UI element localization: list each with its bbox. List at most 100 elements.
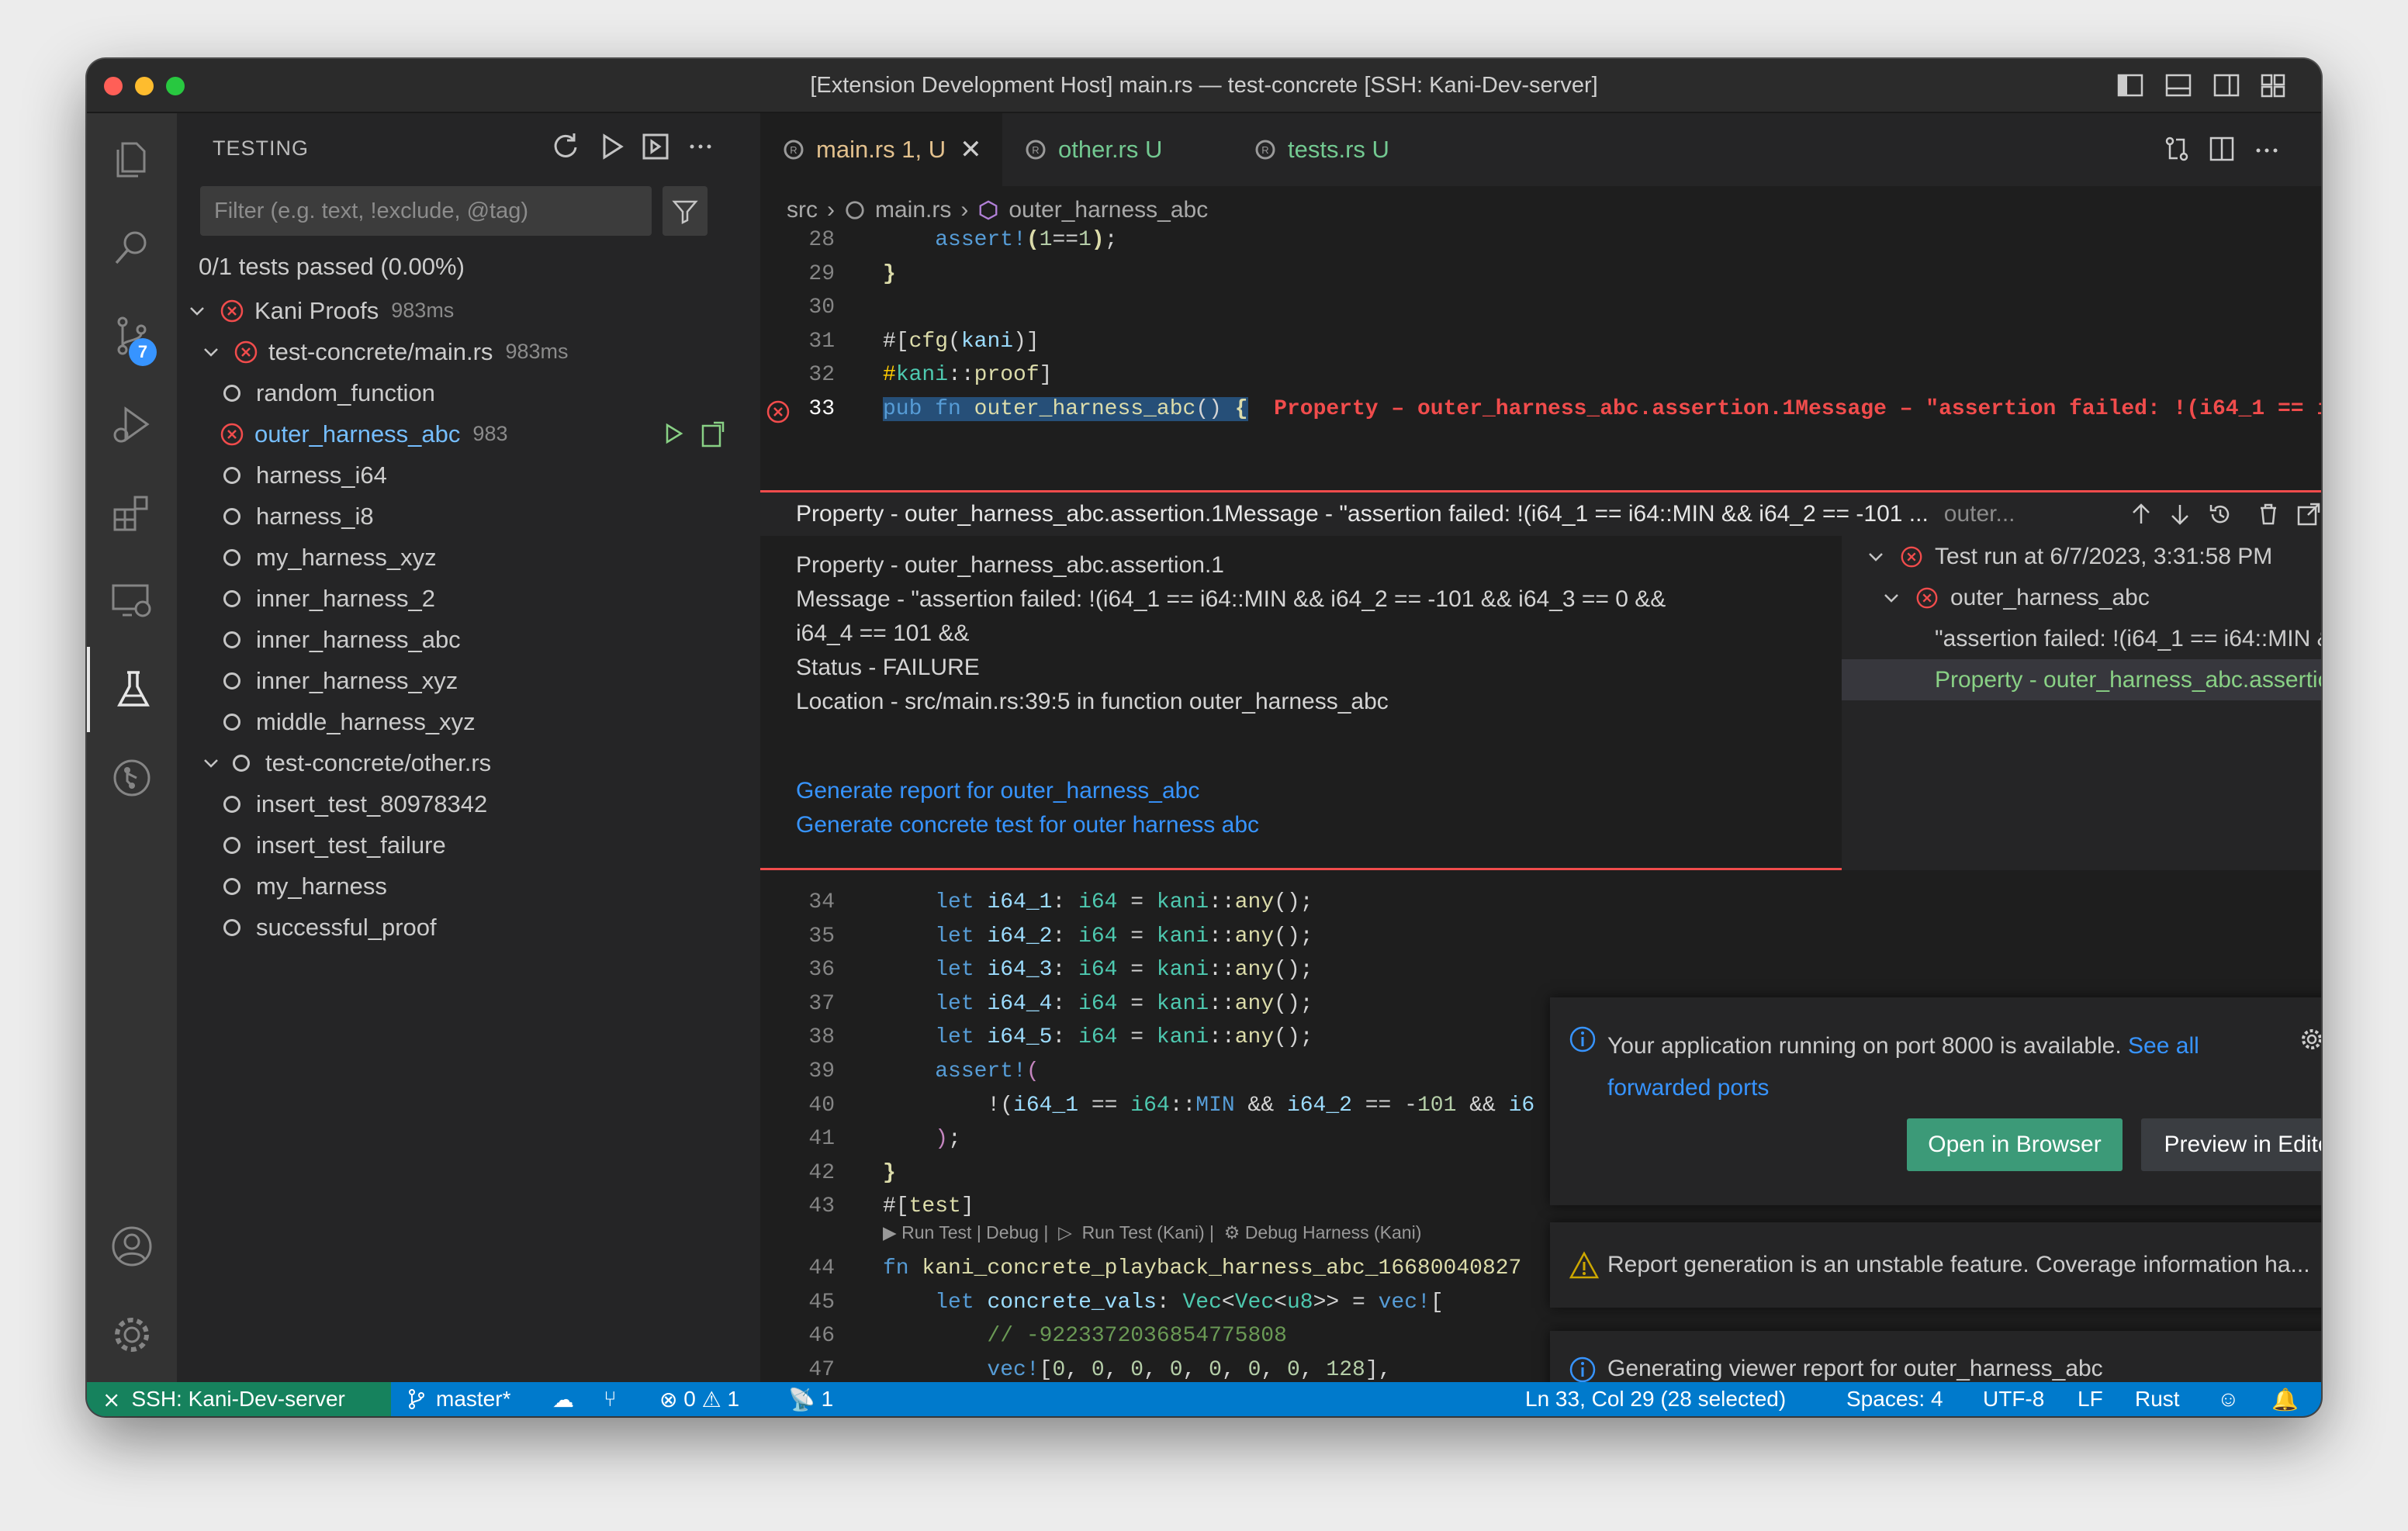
- breadcrumb-symbol[interactable]: outer_harness_abc: [1009, 197, 1208, 223]
- run-all-tests-icon[interactable]: [596, 130, 628, 163]
- test-tree-item[interactable]: harness_i64: [177, 454, 760, 496]
- tab-other-rs[interactable]: R other.rs U: [1002, 113, 1232, 186]
- indentation[interactable]: Spaces: 4: [1846, 1382, 1943, 1416]
- code-line[interactable]: 31 #[cfg(kani)]: [760, 325, 2312, 359]
- kani-status-icon[interactable]: ⑂: [604, 1382, 617, 1416]
- test-tree-item[interactable]: random_function: [177, 372, 760, 413]
- arrow-down-icon[interactable]: [2168, 502, 2192, 527]
- test-tree-item[interactable]: inner_harness_xyz: [177, 660, 760, 701]
- remote-indicator[interactable]: ⨯ SSH: Kani-Dev-server: [87, 1382, 391, 1416]
- test-tree-label: test-concrete/main.rs: [268, 337, 493, 365]
- source-control-activity[interactable]: 7: [87, 293, 177, 378]
- more-actions-icon[interactable]: [2251, 135, 2282, 166]
- error-icon: [1916, 587, 1938, 608]
- toggle-panel-icon[interactable]: [2164, 71, 2192, 99]
- kani-activity[interactable]: [87, 735, 177, 821]
- split-editor-icon[interactable]: [2206, 133, 2237, 164]
- extensions-activity[interactable]: [87, 470, 177, 555]
- test-tree-item[interactable]: test-concrete/other.rs: [177, 742, 760, 783]
- close-tab-icon[interactable]: ✕: [960, 134, 982, 165]
- history-icon[interactable]: [2206, 500, 2234, 528]
- preview-in-editor-button[interactable]: Preview in Editor: [2141, 1118, 2321, 1171]
- test-tree-item[interactable]: my_harness: [177, 866, 760, 907]
- refresh-tests-icon[interactable]: [549, 130, 582, 163]
- test-tree-item[interactable]: my_harness_xyz: [177, 537, 760, 578]
- test-tree-item[interactable]: inner_harness_abc: [177, 619, 760, 660]
- editor-area: R main.rs 1, U ✕ R other.rs U R tests.rs…: [760, 113, 2321, 1408]
- open-changes-icon[interactable]: [2161, 133, 2192, 164]
- arrow-up-icon[interactable]: [2129, 502, 2154, 527]
- results-tree-item-selected[interactable]: Property - outer_harness_abc.assertic: [1842, 659, 2321, 700]
- problems-indicator[interactable]: ⊗ 0 ⚠ 1: [659, 1382, 739, 1416]
- results-tree-item[interactable]: "assertion failed: !(i64_1 == i64::MIN &…: [1842, 618, 2321, 659]
- code-line[interactable]: 36 let i64_3: i64 = kani::any();: [760, 953, 2312, 987]
- code-line[interactable]: 30: [760, 291, 2312, 325]
- bell-icon[interactable]: 🔔: [2271, 1382, 2299, 1416]
- tab-tests-rs[interactable]: R tests.rs U: [1232, 113, 1457, 186]
- peek-line: Status - FAILURE: [796, 655, 980, 680]
- results-tree-item[interactable]: outer_harness_abc: [1842, 577, 2321, 618]
- feedback-icon[interactable]: ☺: [2217, 1382, 2240, 1416]
- git-branch-icon: [409, 1389, 424, 1409]
- filter-button[interactable]: [663, 186, 708, 236]
- code-line[interactable]: 29}: [760, 257, 2312, 292]
- test-tree-item[interactable]: insert_test_80978342: [177, 783, 760, 824]
- code-line[interactable]: 28 assert!(1==1);: [760, 223, 2312, 257]
- trash-icon[interactable]: [2254, 500, 2282, 528]
- test-tree-item-selected[interactable]: outer_harness_abc 983: [177, 413, 760, 454]
- breadcrumb-file[interactable]: main.rs: [875, 197, 951, 223]
- test-idle-icon: [223, 631, 240, 648]
- test-tree-item[interactable]: Kani Proofs 983ms: [177, 290, 760, 331]
- code-lens[interactable]: ▶ Run Test | Debug | ▷ Run Test (Kani) |…: [883, 1222, 1421, 1243]
- error-gutter-icon[interactable]: [765, 399, 791, 425]
- results-run-label: Test run at 6/7/2023, 3:31:58 PM: [1935, 543, 2273, 569]
- test-tree-item[interactable]: middle_harness_xyz: [177, 701, 760, 742]
- debug-all-tests-icon[interactable]: [639, 130, 672, 163]
- test-tree-item[interactable]: harness_i8: [177, 496, 760, 537]
- generate-concrete-test-link[interactable]: Generate concrete test for outer harness…: [796, 812, 1259, 838]
- lightbulb-icon[interactable]: #: [883, 363, 896, 387]
- code-line[interactable]: 34 let i64_1: i64 = kani::any();: [760, 886, 2312, 920]
- search-activity[interactable]: [87, 205, 177, 290]
- peek-line: i64_4 == 101 &&: [796, 620, 970, 646]
- ports-indicator[interactable]: 📡 1: [788, 1382, 833, 1416]
- customize-layout-icon[interactable]: [2259, 71, 2287, 99]
- run-debug-activity[interactable]: [87, 382, 177, 467]
- language-mode[interactable]: Rust: [2135, 1382, 2180, 1416]
- remote-explorer-icon: [112, 584, 151, 617]
- sync-icon[interactable]: ☁: [552, 1382, 574, 1416]
- remote-explorer-activity[interactable]: [87, 558, 177, 644]
- encoding[interactable]: UTF-8: [1983, 1382, 2044, 1416]
- tab-label: tests.rs: [1288, 136, 1365, 163]
- test-filter-input[interactable]: Filter (e.g. text, !exclude, @tag): [200, 186, 652, 236]
- test-tree-item[interactable]: insert_test_failure: [177, 824, 760, 866]
- explorer-activity[interactable]: [87, 116, 177, 202]
- manage-activity[interactable]: [87, 1292, 177, 1377]
- more-actions-icon[interactable]: [684, 130, 717, 163]
- run-test-icon[interactable]: [661, 421, 686, 446]
- open-in-browser-button[interactable]: Open in Browser: [1907, 1118, 2123, 1171]
- branch-indicator[interactable]: master*: [405, 1382, 510, 1416]
- accounts-activity[interactable]: [87, 1204, 177, 1289]
- see-all-link[interactable]: See all: [2128, 1033, 2199, 1059]
- test-tree-item[interactable]: successful_proof: [177, 907, 760, 948]
- forwarded-ports-link[interactable]: forwarded ports: [1607, 1075, 1769, 1101]
- go-to-test-icon[interactable]: [698, 420, 728, 449]
- cursor-position[interactable]: Ln 33, Col 29 (28 selected): [1525, 1382, 1786, 1416]
- toggle-primary-sidebar-icon[interactable]: [2116, 71, 2144, 99]
- code-line[interactable]: 35 let i64_2: i64 = kani::any();: [760, 920, 2312, 954]
- open-in-editor-icon[interactable]: [2295, 500, 2321, 528]
- code-line[interactable]: 32 #kani::proof]: [760, 358, 2312, 392]
- gear-icon[interactable]: [2298, 1025, 2321, 1053]
- toggle-secondary-sidebar-icon[interactable]: [2213, 71, 2240, 99]
- tab-main-rs[interactable]: R main.rs 1, U ✕: [760, 113, 1002, 186]
- generate-report-link[interactable]: Generate report for outer_harness_abc: [796, 778, 1199, 804]
- code-line[interactable]: 33 pub fn outer_harness_abc() { Property …: [760, 392, 2321, 427]
- testing-activity[interactable]: [87, 647, 177, 732]
- test-tree-item[interactable]: inner_harness_2: [177, 578, 760, 619]
- end-of-line[interactable]: LF: [2078, 1382, 2103, 1416]
- breadcrumb-folder[interactable]: src: [787, 197, 818, 223]
- results-tree-item[interactable]: Test run at 6/7/2023, 3:31:58 PM: [1842, 536, 2321, 577]
- test-tree-item[interactable]: test-concrete/main.rs 983ms: [177, 331, 760, 372]
- test-tree-label: inner_harness_xyz: [256, 666, 458, 694]
